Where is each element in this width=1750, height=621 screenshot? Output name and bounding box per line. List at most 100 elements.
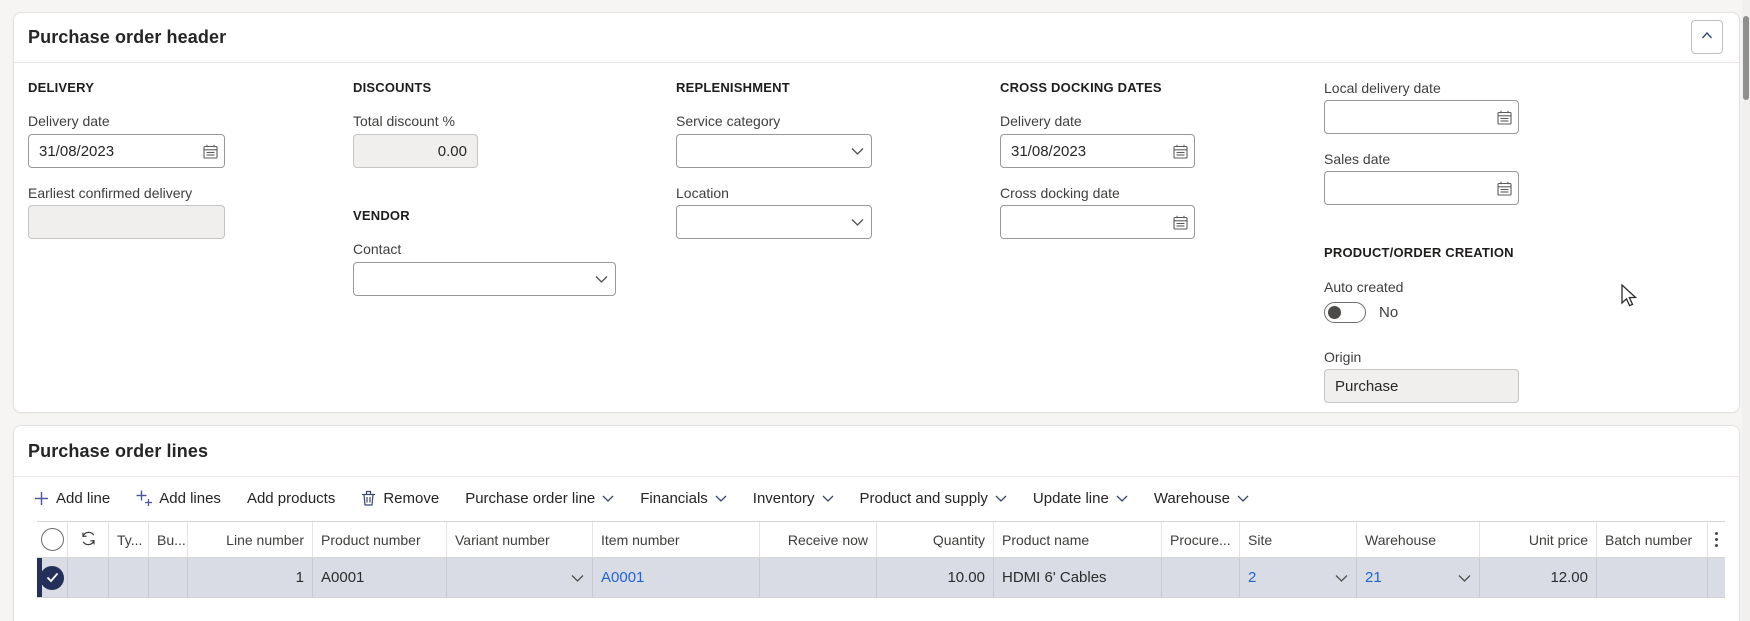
column-header-warehouse[interactable]: Warehouse — [1357, 522, 1480, 557]
cross-delivery-date-label: Delivery date — [1000, 113, 1082, 129]
warehouse-menu[interactable]: Warehouse — [1154, 490, 1249, 507]
row-item-number-cell[interactable]: A0001 — [593, 558, 760, 597]
add-line-button[interactable]: Add line — [34, 490, 110, 507]
financials-menu[interactable]: Financials — [640, 490, 727, 507]
update-line-menu[interactable]: Update line — [1033, 490, 1128, 507]
select-all-cell[interactable] — [37, 522, 68, 557]
checked-checkbox-icon[interactable] — [40, 565, 64, 590]
column-header-item-number[interactable]: Item number — [593, 522, 760, 557]
row-variant-number-cell[interactable] — [447, 558, 593, 597]
chevron-down-icon[interactable] — [843, 206, 871, 238]
chevron-down-icon[interactable] — [565, 573, 584, 583]
chevron-down-icon[interactable] — [1452, 573, 1471, 583]
lines-card-title: Purchase order lines — [28, 441, 209, 461]
sales-date-field[interactable] — [1324, 171, 1519, 205]
origin-label: Origin — [1324, 349, 1362, 365]
service-category-label: Service category — [676, 113, 781, 129]
row-unit-price-cell[interactable]: 12.00 — [1480, 558, 1597, 597]
add-lines-button[interactable]: Add lines — [136, 490, 221, 507]
delivery-date-label: Delivery date — [28, 113, 110, 129]
lines-toolbar: Add line Add lines Add products Remove P… — [34, 483, 1249, 513]
refresh-cell[interactable] — [68, 522, 109, 557]
cross-delivery-date-field[interactable] — [1000, 134, 1195, 168]
purchase-order-line-menu[interactable]: Purchase order line — [465, 490, 614, 507]
contact-input[interactable] — [354, 263, 587, 295]
column-header-business[interactable]: Bu... — [149, 522, 188, 557]
row-product-number-cell[interactable]: A0001 — [313, 558, 447, 597]
row-line-number-cell[interactable]: 1 — [188, 558, 313, 597]
chevron-down-icon — [1116, 494, 1128, 503]
add-products-button[interactable]: Add products — [247, 490, 335, 507]
cross-docking-date-input[interactable] — [1001, 206, 1166, 238]
purchase-order-header-card: Purchase order header DELIVERY Delivery … — [13, 12, 1740, 413]
toggle-knob — [1328, 306, 1341, 319]
location-input[interactable] — [677, 206, 843, 238]
lines-grid: Ty... Bu... Line number Product number V… — [37, 521, 1725, 598]
column-header-product-number-label: Product number — [321, 531, 421, 548]
cross-docking-date-field[interactable] — [1000, 205, 1195, 239]
chevron-down-icon — [1237, 494, 1249, 503]
earliest-confirmed-delivery-label: Earliest confirmed delivery — [28, 185, 193, 201]
purchase-order-lines-card: Purchase order lines Add line Add lines … — [13, 425, 1740, 621]
inventory-menu[interactable]: Inventory — [753, 490, 834, 507]
column-header-procurement[interactable]: Procure... — [1162, 522, 1240, 557]
chevron-down-icon[interactable] — [843, 135, 871, 167]
cross-docking-date-label: Cross docking date — [1000, 185, 1120, 201]
column-header-type[interactable]: Ty... — [109, 522, 149, 557]
row-business-cell[interactable] — [149, 558, 188, 597]
quantity-value: 10.00 — [947, 569, 985, 586]
delivery-date-field[interactable] — [28, 134, 225, 168]
row-receive-now-cell[interactable] — [760, 558, 877, 597]
row-warehouse-cell[interactable]: 21 — [1357, 558, 1480, 597]
calendar-icon[interactable] — [196, 135, 224, 167]
purchase-order-line-label: Purchase order line — [465, 489, 596, 507]
row-type-cell[interactable] — [109, 558, 149, 597]
collapse-header-button[interactable] — [1691, 20, 1723, 54]
calendar-icon[interactable] — [1166, 135, 1194, 167]
column-header-product-number[interactable]: Product number — [313, 522, 447, 557]
location-combobox[interactable] — [676, 205, 872, 239]
column-header-variant-number[interactable]: Variant number — [447, 522, 593, 557]
column-header-warehouse-label: Warehouse — [1365, 531, 1437, 548]
sales-date-input[interactable] — [1325, 172, 1490, 204]
chevron-down-icon[interactable] — [587, 263, 615, 295]
row-batch-number-cell[interactable] — [1597, 558, 1708, 597]
select-all-circle-icon[interactable] — [40, 528, 64, 551]
column-header-line-number[interactable]: Line number — [188, 522, 313, 557]
site-link[interactable]: 2 — [1248, 569, 1256, 586]
product-and-supply-menu[interactable]: Product and supply — [860, 490, 1007, 507]
row-quantity-cell[interactable]: 10.00 — [877, 558, 994, 597]
chevron-up-icon — [1699, 28, 1715, 47]
table-row[interactable]: 1 A0001 A0001 10.00 HDMI 6' Cables 2 21 — [37, 558, 1725, 598]
row-site-cell[interactable]: 2 — [1240, 558, 1357, 597]
service-category-input[interactable] — [677, 135, 843, 167]
vertical-scrollbar[interactable] — [1742, 0, 1750, 621]
grid-options-button[interactable] — [1708, 522, 1725, 557]
column-header-batch-number[interactable]: Batch number — [1597, 522, 1708, 557]
remove-button[interactable]: Remove — [361, 490, 439, 507]
local-delivery-date-input[interactable] — [1325, 101, 1490, 133]
calendar-icon[interactable] — [1166, 206, 1194, 238]
auto-created-toggle[interactable] — [1324, 302, 1366, 323]
kebab-menu-icon — [1715, 532, 1718, 547]
warehouse-link[interactable]: 21 — [1365, 569, 1382, 586]
calendar-icon[interactable] — [1490, 101, 1518, 133]
chevron-down-icon[interactable] — [1329, 573, 1348, 583]
column-header-receive-now[interactable]: Receive now — [760, 522, 877, 557]
column-header-site[interactable]: Site — [1240, 522, 1357, 557]
scrollbar-thumb[interactable] — [1743, 16, 1749, 100]
column-header-product-name[interactable]: Product name — [994, 522, 1162, 557]
service-category-combobox[interactable] — [676, 134, 872, 168]
contact-combobox[interactable] — [353, 262, 616, 296]
calendar-icon[interactable] — [1490, 172, 1518, 204]
column-header-unit-price[interactable]: Unit price — [1480, 522, 1597, 557]
item-number-link[interactable]: A0001 — [601, 569, 644, 586]
row-product-name-cell[interactable]: HDMI 6' Cables — [994, 558, 1162, 597]
group-discounts: DISCOUNTS — [353, 80, 432, 95]
column-header-batch-number-label: Batch number — [1605, 531, 1693, 548]
row-procurement-cell[interactable] — [1162, 558, 1240, 597]
local-delivery-date-field[interactable] — [1324, 100, 1519, 134]
delivery-date-input[interactable] — [29, 135, 196, 167]
column-header-quantity[interactable]: Quantity — [877, 522, 994, 557]
cross-delivery-date-input[interactable] — [1001, 135, 1166, 167]
